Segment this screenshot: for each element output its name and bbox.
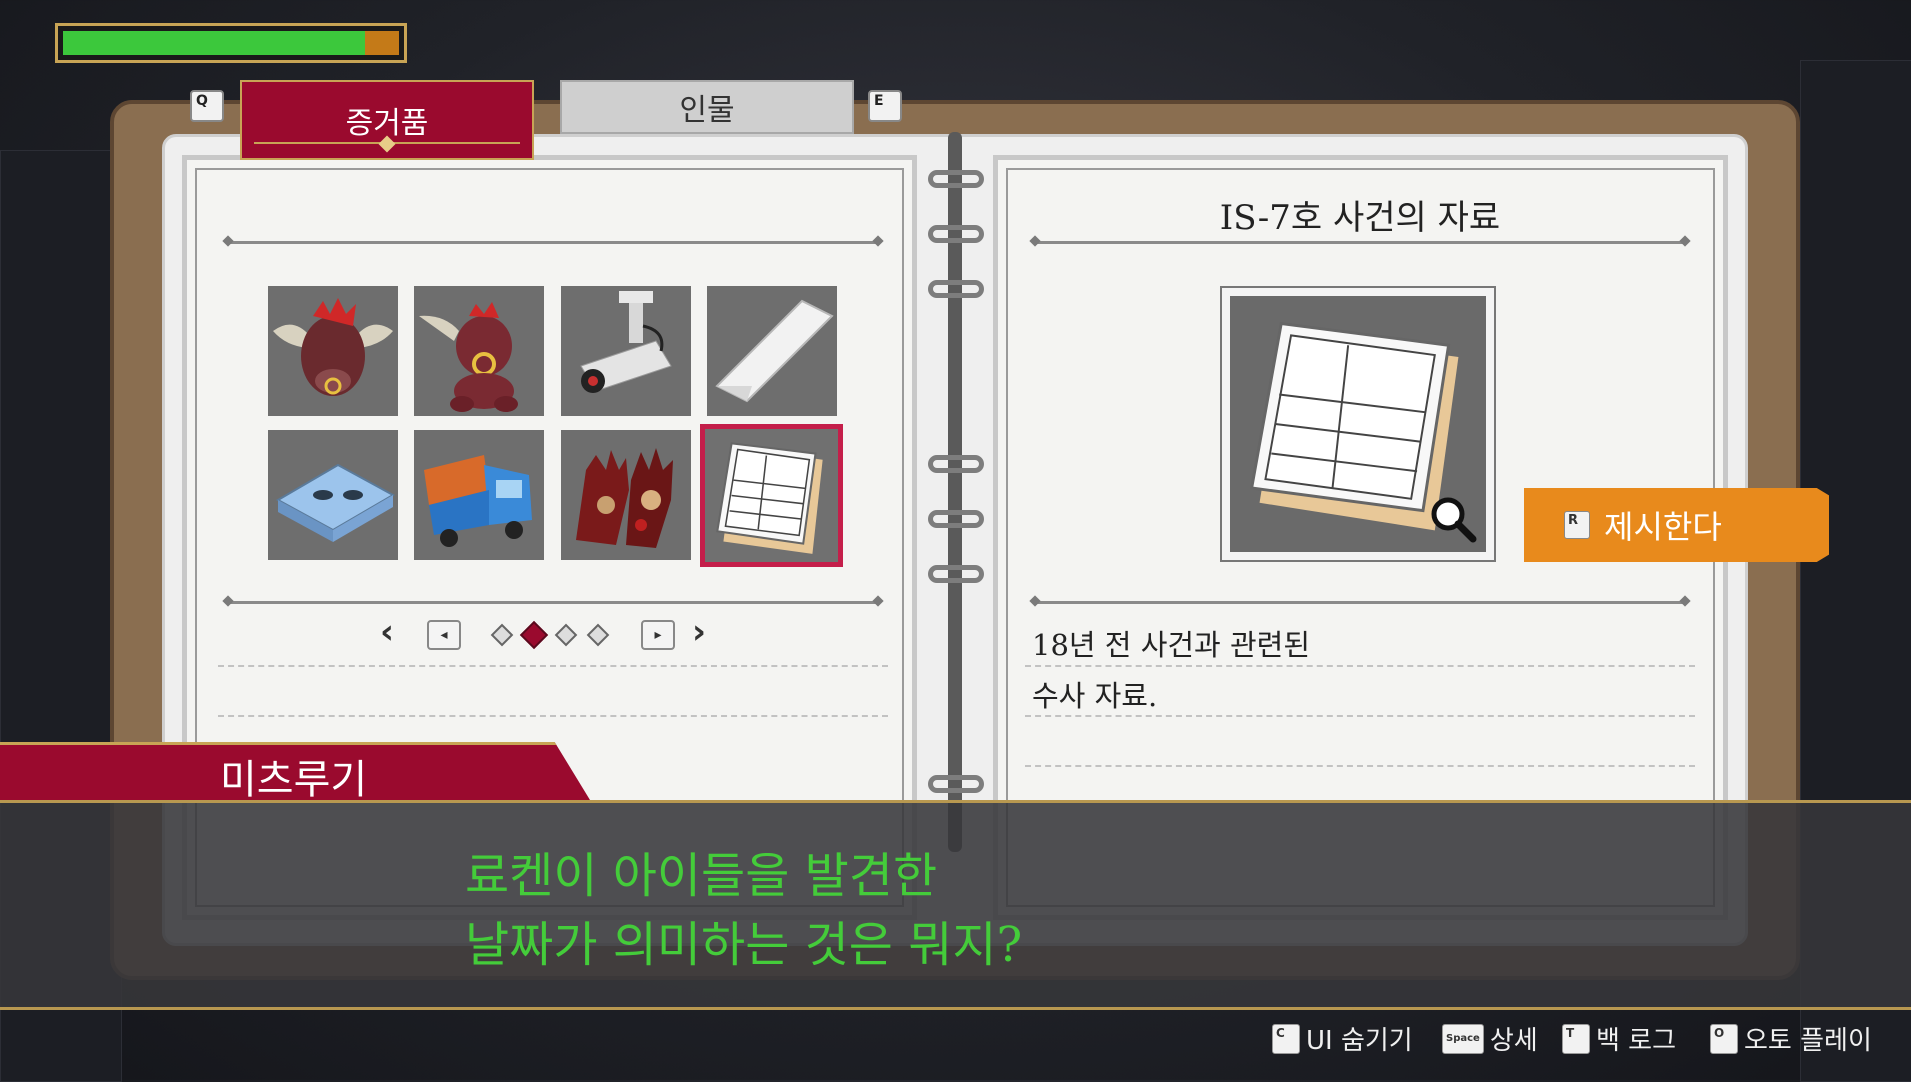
ruled-line xyxy=(218,665,888,667)
documents-icon xyxy=(716,442,823,554)
prev-page-button[interactable]: ◂ xyxy=(427,620,461,650)
divider xyxy=(228,241,878,244)
tab-people[interactable]: 인물 xyxy=(560,80,854,134)
dialogue-line-1: 료켄이 아이들을 발견한 xyxy=(465,848,938,904)
ring-icon xyxy=(928,510,984,528)
next-page-button[interactable]: ▸ xyxy=(641,620,675,650)
ruled-line xyxy=(218,715,888,717)
help-details-label: 상세 xyxy=(1489,1026,1538,1056)
ring-icon xyxy=(928,225,984,243)
divider xyxy=(228,601,878,604)
help-backlog[interactable]: T 백 로그 xyxy=(1562,1020,1676,1057)
ring-icon xyxy=(928,455,984,473)
health-bar xyxy=(55,23,407,63)
evidence-slot-bull-head[interactable] xyxy=(268,286,398,416)
ring-icon xyxy=(928,280,984,298)
key-t: T xyxy=(1562,1023,1590,1054)
evidence-preview[interactable] xyxy=(1220,286,1496,562)
ruled-line xyxy=(1025,715,1695,717)
ruled-line xyxy=(1025,665,1695,667)
evidence-title: IS-7호 사건의 자료 xyxy=(1219,198,1501,238)
magnifier-icon[interactable] xyxy=(1428,494,1478,544)
prev-tab-key[interactable]: Q xyxy=(190,90,224,122)
truck-icon xyxy=(424,455,532,547)
speaker-name: 미츠루기 xyxy=(220,757,368,803)
present-label: 제시한다 xyxy=(1604,508,1722,546)
present-button[interactable]: R 제시한다 xyxy=(1524,488,1829,562)
evidence-slot-bloody-gloves[interactable] xyxy=(561,430,691,560)
health-bar-fill xyxy=(63,31,366,55)
help-hide-ui[interactable]: C UI 숨기기 xyxy=(1272,1020,1413,1057)
evidence-slot-documents[interactable] xyxy=(700,424,843,567)
evidence-slot-security-camera[interactable] xyxy=(561,286,691,416)
ring-icon xyxy=(928,775,984,793)
videotape-icon xyxy=(275,463,396,542)
help-details[interactable]: Space 상세 xyxy=(1442,1020,1538,1057)
health-bar-track xyxy=(63,31,399,55)
evidence-description-line1: 18년 전 사건과 관련된 xyxy=(1032,628,1310,662)
dialogue-line-2: 날짜가 의미하는 것은 뭐지? xyxy=(465,917,1023,973)
binder-rings xyxy=(928,155,984,815)
chevron-left-icon[interactable]: ‹ xyxy=(380,612,394,652)
next-tab-key[interactable]: E xyxy=(868,90,902,122)
help-backlog-label: 백 로그 xyxy=(1596,1026,1677,1056)
bull-plush-icon xyxy=(419,302,518,412)
key-space: Space xyxy=(1442,1023,1484,1054)
tab-evidence[interactable]: 증거품 xyxy=(240,80,534,160)
key-c: C xyxy=(1272,1023,1300,1054)
evidence-slot-truck[interactable] xyxy=(414,430,544,560)
key-o: O xyxy=(1710,1023,1738,1054)
help-hide-ui-label: UI 숨기기 xyxy=(1306,1026,1413,1056)
divider xyxy=(1035,241,1685,244)
divider xyxy=(1035,601,1685,604)
evidence-slot-envelope[interactable] xyxy=(707,286,837,416)
evidence-slot-videotape[interactable] xyxy=(268,430,398,560)
envelope-icon xyxy=(715,299,834,403)
ruled-line xyxy=(1025,765,1695,767)
bull-head-icon xyxy=(273,298,393,396)
evidence-slot-bull-plush[interactable] xyxy=(414,286,544,416)
ring-icon xyxy=(928,565,984,583)
present-key: R xyxy=(1564,511,1590,539)
security-camera-icon xyxy=(580,291,672,393)
ring-icon xyxy=(928,170,984,188)
help-auto-play-label: 오토 플레이 xyxy=(1744,1026,1872,1056)
bloody-gloves-icon xyxy=(576,448,673,548)
chevron-right-icon[interactable]: › xyxy=(692,612,706,652)
evidence-description-line2: 수사 자료. xyxy=(1032,679,1158,713)
help-auto-play[interactable]: O 오토 플레이 xyxy=(1710,1020,1872,1057)
tab-people-label: 인물 xyxy=(679,93,735,128)
